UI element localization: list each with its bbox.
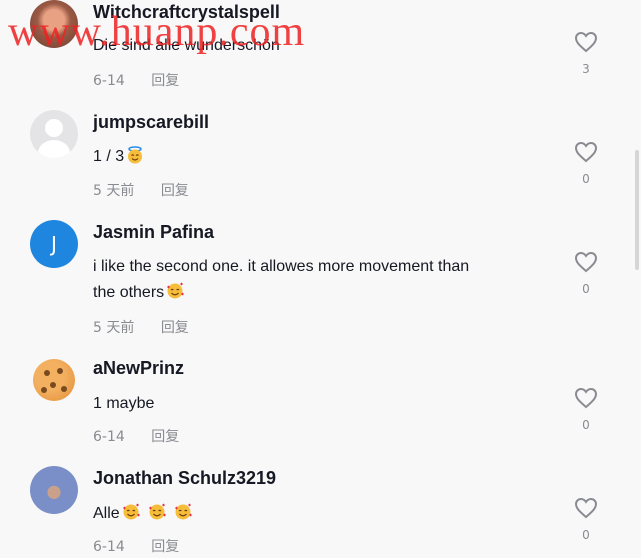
avatar[interactable] [30,0,78,48]
comment-text-content: 1 / 3 [93,148,125,165]
comment-date: 6-14 [93,539,125,555]
comment-username[interactable]: Jonathan Schulz3219 [93,468,276,489]
comment-text: 1 maybe [93,395,155,412]
heart-icon[interactable] [574,251,598,273]
avatar[interactable] [30,466,78,514]
reply-button[interactable]: 回复 [151,539,179,555]
comment-text: 1 / 3 [93,144,553,170]
heart-icon[interactable] [574,387,598,409]
like-count: 0 [582,418,590,432]
reply-button[interactable]: 回复 [151,429,179,445]
comment-text-content: Alle [93,505,120,522]
comment-meta: 5 天前 回复 [93,317,189,337]
avatar[interactable]: J [30,220,78,268]
smiling-face-with-hearts-icon [122,503,140,520]
comment-date: 5 天前 [93,320,135,336]
heart-icon[interactable] [574,141,598,163]
comment-meta: 6-14 回复 [93,70,179,90]
comment-text: Die sind alle wunderschön [93,37,280,54]
scrollbar[interactable] [635,150,639,270]
reply-button[interactable]: 回复 [161,320,189,336]
comment-username[interactable]: Witchcraftcrystalspell [93,2,280,23]
comment-meta: 6-14 回复 [93,426,179,446]
heart-icon[interactable] [574,497,598,519]
reply-button[interactable]: 回复 [161,183,189,199]
comment-meta: 6-14 回复 [93,536,179,556]
reply-button[interactable]: 回复 [151,73,179,89]
angel-face-icon [128,146,143,164]
comment-text: Alle [93,501,553,527]
comment-text-line: the others [93,280,553,306]
avatar[interactable] [30,356,78,404]
like-count: 3 [582,62,590,76]
comment-date: 5 天前 [93,183,135,199]
smiling-face-with-hearts-icon [167,282,185,299]
comment-username[interactable]: jumpscarebill [93,112,209,133]
avatar[interactable] [30,110,78,158]
comment-text: i like the second one. it allowes more m… [93,254,553,306]
like-count: 0 [582,282,590,296]
comment-date: 6-14 [93,73,125,89]
comment-date: 6-14 [93,429,125,445]
comment-meta: 5 天前 回复 [93,180,189,200]
comment-text-line: i like the second one. it allowes more m… [93,258,470,275]
comment-text-content: the others [93,284,165,301]
smiling-face-with-hearts-icon [174,503,192,520]
comment-username[interactable]: aNewPrinz [93,358,184,379]
like-count: 0 [582,172,590,186]
smiling-face-with-hearts-icon [148,503,166,520]
like-count: 0 [582,528,590,542]
heart-icon[interactable] [574,31,598,53]
comment-username[interactable]: Jasmin Pafina [93,222,214,243]
